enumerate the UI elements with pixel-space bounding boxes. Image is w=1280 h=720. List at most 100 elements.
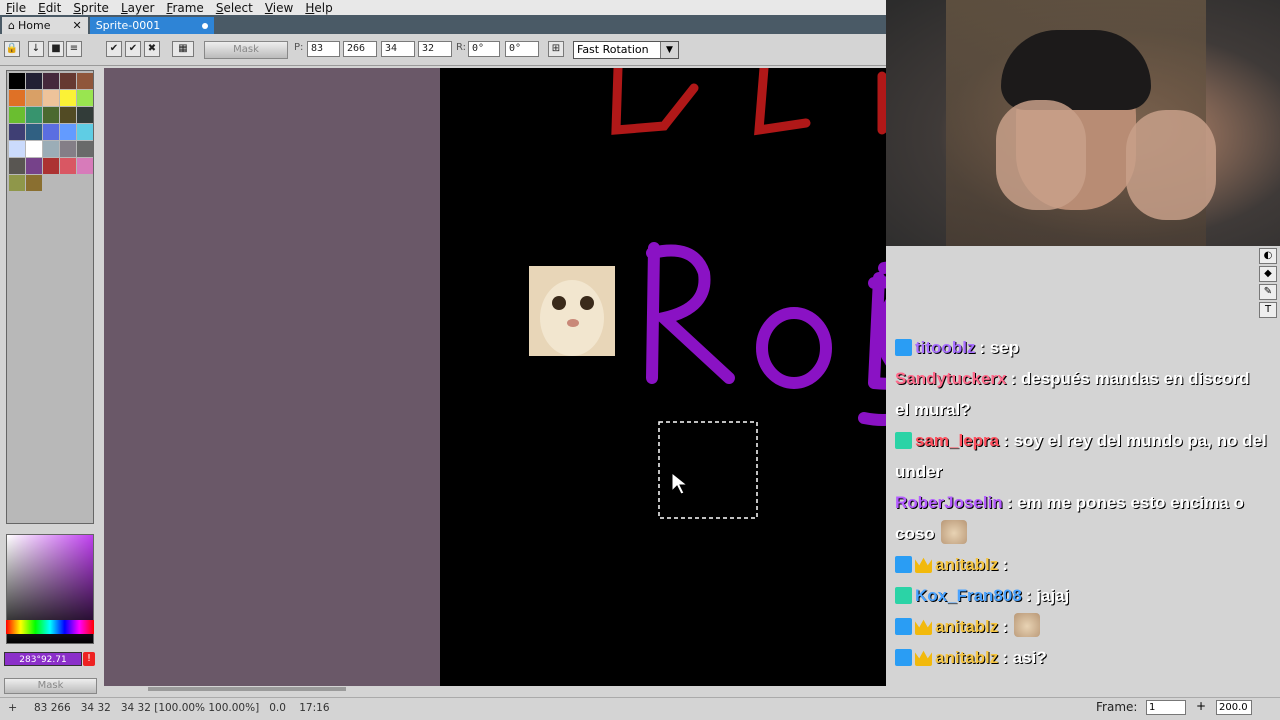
palette-swatch[interactable] — [9, 90, 25, 106]
palette-swatch[interactable] — [26, 124, 42, 140]
right-toolbar: ◐ ◆ ✎ T — [1256, 246, 1280, 326]
palette-swatch[interactable] — [26, 107, 42, 123]
position-label: P: — [294, 42, 304, 53]
palette-swatch[interactable] — [43, 124, 59, 140]
palette-swatch[interactable] — [60, 158, 76, 174]
palette-swatch[interactable] — [77, 158, 93, 174]
tab-home-label: Home — [17, 19, 51, 32]
palette-swatch[interactable] — [9, 141, 25, 157]
status-bar: + 83 266 34 32 34 32 [100.00% 100.00%] 0… — [0, 697, 1280, 720]
rotation-field[interactable]: 0° — [468, 41, 500, 57]
palette-swatch[interactable] — [26, 175, 42, 191]
chat-username: anitablz — [935, 648, 999, 667]
menu-item-edit[interactable]: Edit — [32, 1, 67, 15]
palette-swatch[interactable] — [60, 107, 76, 123]
purple-strokes — [646, 242, 886, 426]
cancel-icon[interactable]: ✖ — [144, 41, 160, 57]
red-strokes — [611, 68, 886, 136]
menu-icon[interactable]: ≡ — [66, 41, 82, 57]
palette-swatch[interactable] — [26, 73, 42, 89]
pencil-icon[interactable]: ✎ — [1259, 284, 1277, 300]
menu-item-layer[interactable]: Layer — [115, 1, 160, 15]
palette-swatch[interactable] — [43, 73, 59, 89]
palette-swatch[interactable] — [43, 141, 59, 157]
palette-swatch[interactable] — [60, 73, 76, 89]
menu-item-select[interactable]: Select — [210, 1, 259, 15]
color-palette — [6, 70, 94, 524]
palette-swatch[interactable] — [26, 158, 42, 174]
palette-swatch[interactable] — [9, 107, 25, 123]
zoom-field[interactable]: 200.0 — [1216, 700, 1252, 715]
pivot-icon[interactable]: ⊞ — [548, 41, 564, 57]
palette-swatch[interactable] — [43, 158, 59, 174]
chat-text: : sep — [979, 338, 1020, 357]
home-icon: ⌂ — [8, 19, 15, 32]
frame-field[interactable]: 1 — [1146, 700, 1186, 715]
eraser-icon[interactable]: ◐ — [1259, 248, 1277, 264]
palette-swatch[interactable] — [26, 90, 42, 106]
warning-icon[interactable]: ! — [83, 652, 95, 666]
crosshair-icon: + — [8, 701, 18, 714]
skew-field[interactable]: 0° — [505, 41, 539, 57]
chat-username: Sandytuckerx — [895, 369, 1007, 388]
add-frame-icon[interactable]: + — [1196, 699, 1206, 713]
color-value-field[interactable]: 283°92.71 — [4, 652, 82, 666]
teal-badge-icon — [895, 432, 912, 449]
menu-item-file[interactable]: File — [0, 1, 32, 15]
align-down-icon[interactable]: ↓ — [28, 41, 44, 57]
horizontal-scrollbar[interactable] — [104, 686, 886, 692]
tab-home[interactable]: ⌂ Home ✕ — [2, 17, 88, 34]
palette-swatch[interactable] — [77, 124, 93, 140]
mask-button-bottom[interactable]: Mask — [4, 678, 97, 694]
palette-swatch[interactable] — [43, 107, 59, 123]
selection-marquee[interactable] — [658, 421, 758, 519]
scrollbar-thumb[interactable] — [148, 687, 346, 691]
menu-item-frame[interactable]: Frame — [160, 1, 209, 15]
hue-slider[interactable] — [6, 620, 94, 634]
fill-icon[interactable]: ■ — [48, 41, 64, 57]
palette-swatch[interactable] — [9, 175, 25, 191]
palette-swatch[interactable] — [9, 158, 25, 174]
tab-sprite[interactable]: Sprite-0001 — [89, 17, 215, 34]
chat-text: : jajaj — [1025, 586, 1070, 605]
palette-swatch[interactable] — [77, 90, 93, 106]
palette-swatch[interactable] — [60, 141, 76, 157]
width-field[interactable]: 34 — [381, 41, 415, 57]
palette-swatch[interactable] — [43, 90, 59, 106]
palette-swatch[interactable] — [9, 73, 25, 89]
rotation-algorithm-select[interactable]: Fast Rotation ▼ — [573, 41, 679, 59]
crown-badge-icon — [915, 619, 932, 635]
check-all-icon[interactable]: ✔ — [125, 41, 141, 57]
select-icon[interactable]: ▦ — [172, 41, 194, 57]
close-icon[interactable]: ✕ — [72, 19, 81, 32]
y-field[interactable]: 266 — [343, 41, 377, 57]
cursor-icon — [671, 471, 689, 495]
palette-swatch[interactable] — [77, 141, 93, 157]
mask-button[interactable]: Mask — [204, 41, 288, 59]
palette-swatch[interactable] — [77, 107, 93, 123]
palette-swatch[interactable] — [9, 124, 25, 140]
palette-swatch[interactable] — [26, 141, 42, 157]
height-field[interactable]: 32 — [418, 41, 452, 57]
chat-username: titooblz — [915, 338, 976, 357]
text-tool-icon[interactable]: T — [1259, 302, 1277, 318]
chat-username: anitablz — [935, 617, 999, 636]
check-icon[interactable]: ✔ — [106, 41, 122, 57]
bucket-icon[interactable]: ◆ — [1259, 266, 1277, 282]
cat-emote-icon — [940, 520, 967, 544]
menu-item-view[interactable]: View — [259, 1, 299, 15]
menu-item-sprite[interactable]: Sprite — [67, 1, 115, 15]
palette-swatch[interactable] — [60, 90, 76, 106]
blue-badge-icon — [895, 618, 912, 635]
lock-icon[interactable]: 🔒 — [4, 41, 20, 57]
x-field[interactable]: 83 — [307, 41, 340, 57]
palette-swatch[interactable] — [77, 73, 93, 89]
palette-swatch[interactable] — [60, 124, 76, 140]
cat-image — [529, 266, 615, 356]
teal-badge-icon — [895, 587, 912, 604]
chat-message: titooblz: sep — [895, 332, 1267, 363]
chat-message: anitablz: — [895, 611, 1267, 642]
chat-text: : asi? — [1002, 648, 1047, 667]
chat-message: Sandytuckerx: después mandas en discord … — [895, 363, 1267, 425]
menu-item-help[interactable]: Help — [299, 1, 338, 15]
